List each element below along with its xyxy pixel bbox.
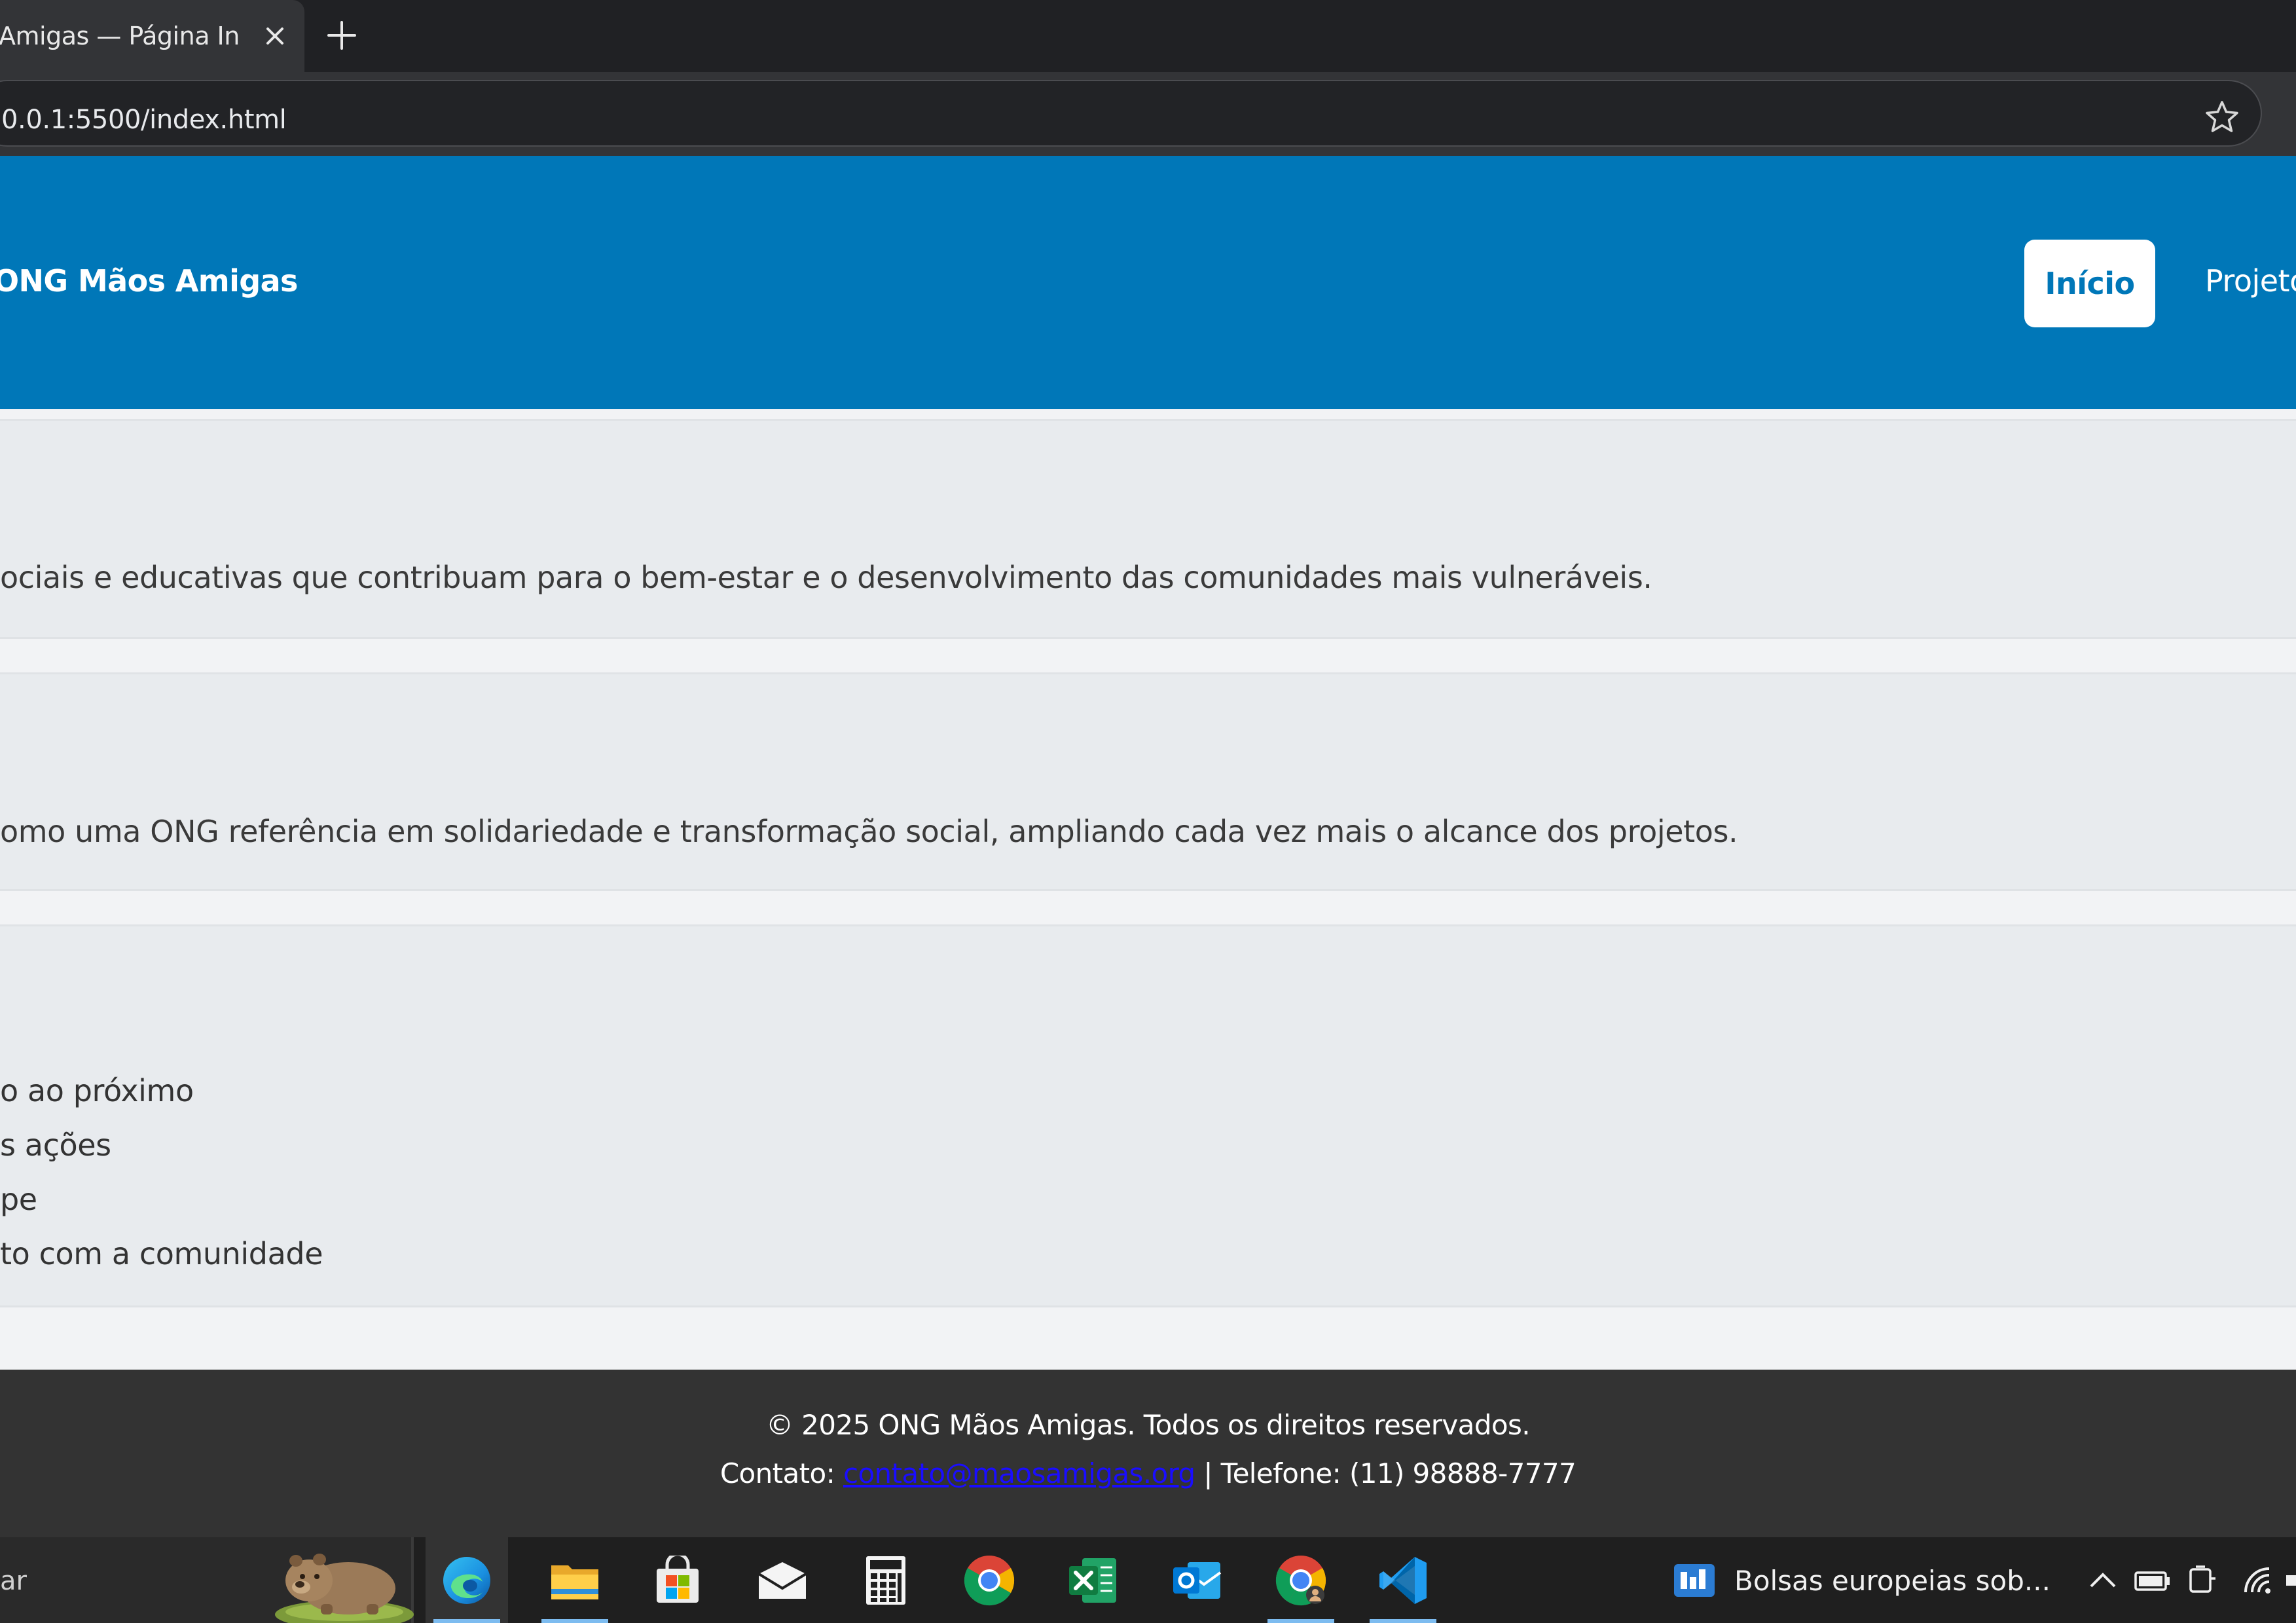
site-footer: © 2025 ONG Mãos Amigas. Todos os direito… (0, 1370, 2296, 1537)
news-headline: Bolsas europeias sob... (1734, 1564, 2050, 1597)
open-indicator (1370, 1619, 1436, 1623)
address-bar[interactable]: 0.0.1:5500/index.html (0, 80, 2262, 147)
site-header: ONG Mãos Amigas Início Projeto (0, 156, 2296, 409)
taskbar-search-text: ar (0, 1566, 27, 1596)
wombat-illustration-icon (275, 1554, 414, 1623)
section-missao: ociais e educativas que contribuam para … (0, 419, 2296, 639)
chrome-icon[interactable] (948, 1537, 1030, 1623)
section-valores: o ao próximo s ações pe to com a comunid… (0, 924, 2296, 1307)
list-item: s ações (0, 1127, 111, 1163)
excel-icon[interactable] (1051, 1537, 1134, 1623)
news-icon (1674, 1564, 1715, 1597)
tray-overflow-chevron-icon[interactable] (2088, 1537, 2117, 1623)
volume-icon[interactable] (2286, 1537, 2296, 1623)
section-visao: omo uma ONG referência em solidariedade … (0, 672, 2296, 891)
nav-link-projects[interactable]: Projeto (2205, 263, 2296, 299)
missao-text: ociais e educativas que contribuam para … (0, 560, 1652, 595)
wifi-icon[interactable] (2243, 1537, 2276, 1623)
mail-icon[interactable] (741, 1537, 824, 1623)
values-list: o ao próximo s ações pe to com a comunid… (0, 1064, 323, 1281)
battery-icon[interactable] (2134, 1537, 2171, 1623)
bookmark-star-icon[interactable] (2200, 95, 2244, 139)
tab-title: Amigas — Página Inic (0, 22, 241, 50)
chrome-profile-icon[interactable] (1260, 1537, 1342, 1623)
site-brand[interactable]: ONG Mãos Amigas (0, 263, 298, 299)
new-tab-icon[interactable] (322, 16, 361, 55)
list-item: pe (0, 1182, 37, 1217)
url-text[interactable]: 0.0.1:5500/index.html (1, 105, 287, 135)
contact-email-link[interactable]: contato@maosamigas.org (843, 1457, 1195, 1489)
taskbar: ar Bolsas europeias sob... (0, 1537, 2296, 1623)
close-tab-icon[interactable] (257, 18, 293, 54)
file-explorer-icon[interactable] (534, 1537, 616, 1623)
calculator-icon[interactable] (845, 1537, 927, 1623)
open-indicator (541, 1619, 608, 1623)
contact-phone: | Telefone: (11) 98888-7777 (1195, 1457, 1576, 1489)
vscode-icon[interactable] (1362, 1537, 1444, 1623)
outlook-icon[interactable] (1156, 1537, 1238, 1623)
news-widget[interactable]: Bolsas europeias sob... (1673, 1556, 2050, 1605)
list-item: to com a comunidade (0, 1236, 323, 1271)
browser-toolbar: 0.0.1:5500/index.html (0, 72, 2296, 156)
edge-icon[interactable] (426, 1537, 508, 1623)
browser-tab-bar: Amigas — Página Inic (0, 0, 2296, 72)
store-icon[interactable] (636, 1537, 719, 1623)
browser-tab[interactable]: Amigas — Página Inic (0, 0, 304, 72)
open-indicator (1267, 1619, 1334, 1623)
visao-text: omo uma ONG referência em solidariedade … (0, 814, 1738, 849)
nav-link-home[interactable]: Início (2024, 240, 2155, 327)
list-item: o ao próximo (0, 1073, 194, 1108)
footer-contact: Contato: contato@maosamigas.org | Telefo… (0, 1457, 2296, 1489)
footer-copyright: © 2025 ONG Mãos Amigas. Todos os direito… (765, 1409, 1531, 1441)
contact-label: Contato: (720, 1457, 843, 1489)
device-icon[interactable] (2187, 1537, 2217, 1623)
taskbar-search-box[interactable]: ar (0, 1537, 414, 1623)
active-indicator (433, 1619, 500, 1623)
